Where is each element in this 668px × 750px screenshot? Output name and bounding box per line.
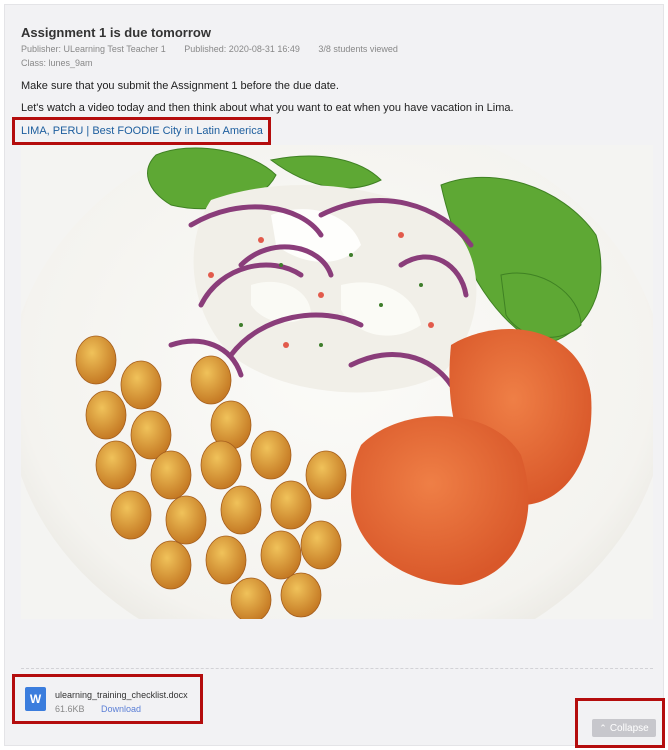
attachment-card[interactable]: W ulearning_training_checklist.docx 61.6… (12, 674, 203, 724)
collapse-button[interactable]: ⌃ Collapse (592, 719, 656, 737)
students-viewed: 3/8 students viewed (318, 44, 398, 54)
link-highlight-box: LIMA, PERU | Best FOODIE City in Latin A… (12, 117, 271, 145)
announcement-meta: Publisher: ULearning Test Teacher 1 Publ… (21, 44, 414, 54)
collapse-label: Collapse (609, 722, 649, 734)
chevron-up-icon: ⌃ (599, 722, 607, 733)
attachment-file-size: 61.6KB (55, 704, 85, 714)
class-text: Class: lunes_9am (21, 58, 93, 68)
collapse-highlight-box: ⌃ Collapse (575, 698, 665, 748)
announcement-panel: Assignment 1 is due tomorrow Publisher: … (4, 4, 665, 748)
download-link[interactable]: Download (101, 704, 141, 714)
video-link[interactable]: LIMA, PERU | Best FOODIE City in Latin A… (21, 125, 263, 137)
word-file-icon: W (25, 687, 46, 711)
announcement-title: Assignment 1 is due tomorrow (21, 25, 211, 40)
published-date: Published: 2020-08-31 16:49 (184, 44, 300, 54)
publisher-text: Publisher: ULearning Test Teacher 1 (21, 44, 166, 54)
attachment-file-name[interactable]: ulearning_training_checklist.docx (55, 690, 188, 700)
ceviche-food-photo (21, 145, 653, 619)
body-text-1: Make sure that you submit the Assignment… (21, 80, 339, 92)
divider (21, 668, 653, 669)
body-text-2: Let's watch a video today and then think… (21, 102, 514, 114)
